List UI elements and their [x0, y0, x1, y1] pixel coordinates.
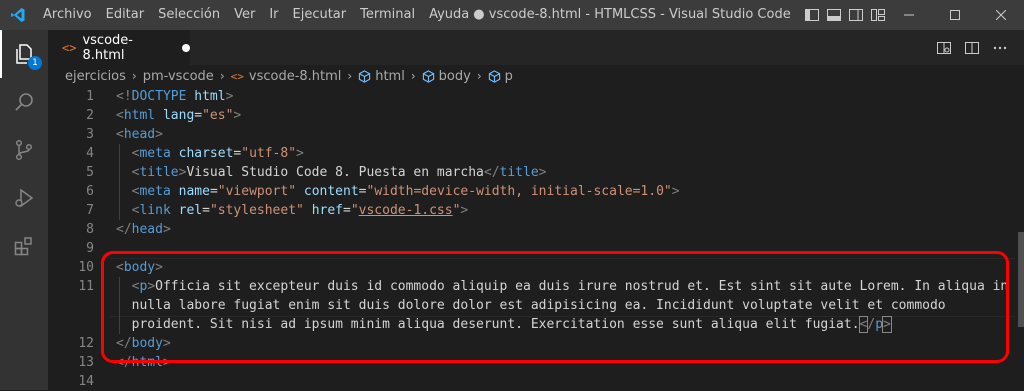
layout-controls	[804, 0, 886, 30]
activity-search[interactable]	[0, 78, 48, 126]
customize-layout-icon[interactable]	[870, 7, 886, 23]
source-control-icon	[15, 139, 33, 161]
tab-vscode-8-html[interactable]: <> vscode-8.html	[48, 30, 190, 65]
maximize-icon	[950, 10, 960, 20]
line-number: 13	[78, 355, 94, 370]
line-number: 3	[86, 127, 94, 142]
activity-bar: 1	[0, 30, 48, 390]
line-number: 1	[86, 89, 94, 104]
open-preview-icon[interactable]	[936, 40, 952, 56]
extensions-icon	[14, 237, 32, 256]
menu-bar: Archivo Editar Selección Ver Ir Ejecutar…	[36, 0, 476, 30]
line-number: 6	[86, 184, 94, 199]
run-debug-icon	[15, 188, 34, 208]
close-icon	[996, 10, 1006, 20]
chevron-right-icon: ›	[476, 69, 482, 83]
breadcrumb-folder-pm-vscode[interactable]: pm-vscode	[143, 69, 214, 84]
line-number: 4	[86, 146, 94, 161]
code-editor[interactable]: 1 2 3 4 5 6 7 8 9 10 11 12 13 14 <!DOCTY…	[48, 87, 1024, 390]
chevron-right-icon: ›	[347, 69, 353, 83]
activity-explorer[interactable]: 1	[0, 30, 48, 78]
html-file-icon: <>	[62, 41, 77, 55]
editor-actions	[936, 30, 1008, 65]
unsaved-dot-icon[interactable]	[182, 44, 190, 52]
code-line-8: </head>	[116, 222, 171, 237]
menu-editar[interactable]: Editar	[99, 0, 152, 30]
symbol-cube-icon	[359, 69, 371, 83]
line-number: 12	[78, 336, 94, 351]
toggle-secondary-sidebar-icon[interactable]	[848, 7, 864, 23]
minimize-button[interactable]	[886, 0, 932, 30]
menu-seleccion[interactable]: Selección	[151, 0, 227, 30]
breadcrumb-symbol-body[interactable]: body	[439, 69, 471, 84]
symbol-cube-icon	[422, 69, 434, 83]
chevron-right-icon: ›	[219, 69, 225, 83]
maximize-button[interactable]	[932, 0, 978, 30]
code-line-5: <title>Visual Studio Code 8. Puesta en m…	[131, 165, 547, 180]
breadcrumb-symbol-p[interactable]: p	[505, 69, 513, 84]
red-highlight-box	[101, 251, 1009, 363]
more-actions-icon[interactable]	[992, 40, 1008, 56]
menu-archivo[interactable]: Archivo	[36, 0, 99, 30]
symbol-cube-icon	[488, 69, 500, 83]
code-line-1: <!DOCTYPE html>	[116, 89, 234, 104]
activity-run-debug[interactable]	[0, 174, 48, 222]
stylesheet-link[interactable]: vscode-1.css	[359, 203, 453, 218]
tab-label: vscode-8.html	[82, 33, 133, 63]
line-number: 10	[78, 260, 94, 275]
code-line-2: <html lang="es">	[116, 108, 242, 123]
explorer-badge: 1	[28, 56, 42, 70]
search-icon	[15, 93, 33, 111]
toggle-sidebar-icon[interactable]	[804, 7, 820, 23]
line-number: 2	[86, 108, 94, 123]
html-file-icon: <>	[230, 69, 244, 83]
breadcrumb-folder-ejercicios[interactable]: ejercicios	[65, 69, 126, 84]
code-line-6: <meta name="viewport" content="width=dev…	[131, 184, 680, 199]
menu-ver[interactable]: Ver	[227, 0, 262, 30]
activity-source-control[interactable]	[0, 126, 48, 174]
line-number: 9	[86, 241, 94, 256]
line-number: 8	[86, 222, 94, 237]
scrollbar-thumb[interactable]	[1018, 232, 1024, 327]
breadcrumb: ejercicios › pm-vscode › <> vscode-8.htm…	[48, 65, 1024, 87]
window-controls	[886, 0, 1024, 30]
menu-ayuda[interactable]: Ayuda	[422, 0, 476, 30]
split-editor-icon[interactable]	[964, 40, 980, 56]
code-line-7: <link rel="stylesheet" href="vscode-1.cs…	[131, 203, 469, 218]
close-button[interactable]	[978, 0, 1024, 30]
activity-extensions[interactable]	[0, 222, 48, 270]
vscode-logo-icon[interactable]	[0, 0, 36, 30]
chevron-right-icon: ›	[131, 69, 137, 83]
minimize-icon	[904, 14, 914, 16]
title-bar: Archivo Editar Selección Ver Ir Ejecutar…	[0, 0, 1024, 30]
code-line-3: <head>	[116, 127, 163, 142]
breadcrumb-symbol-html[interactable]: html	[375, 69, 405, 84]
menu-ejecutar[interactable]: Ejecutar	[286, 0, 354, 30]
vertical-scrollbar[interactable]	[1010, 87, 1024, 390]
line-number: 14	[78, 374, 94, 389]
menu-terminal[interactable]: Terminal	[353, 0, 422, 30]
menu-ir[interactable]: Ir	[262, 0, 285, 30]
toggle-panel-icon[interactable]	[826, 7, 842, 23]
line-number: 11	[78, 279, 94, 294]
line-number: 5	[86, 165, 94, 180]
chevron-right-icon: ›	[410, 69, 416, 83]
line-number: 7	[86, 203, 94, 218]
tab-bar: <> vscode-8.html	[48, 30, 1024, 65]
code-line-4: <meta charset="utf-8">	[131, 146, 304, 161]
breadcrumb-file[interactable]: vscode-8.html	[249, 69, 342, 84]
